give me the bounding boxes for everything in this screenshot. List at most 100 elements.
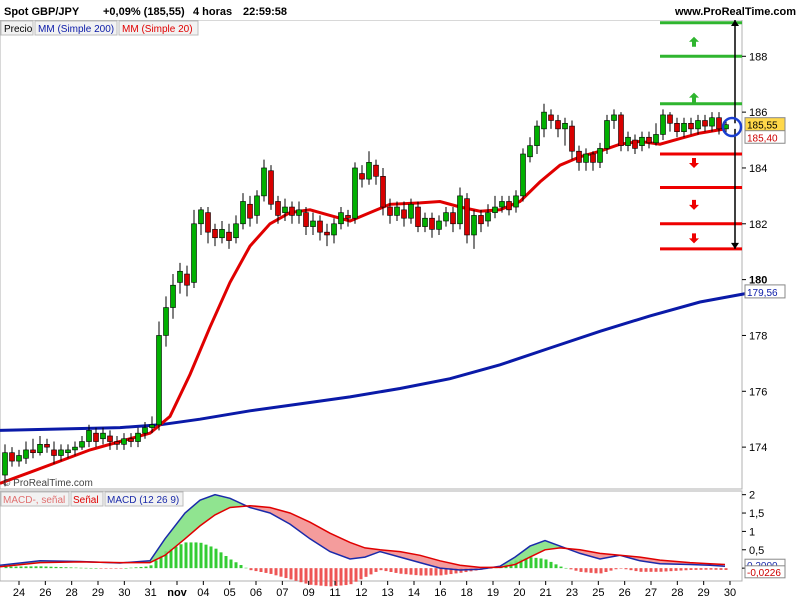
x-tick-label: 13 (382, 587, 394, 599)
candle-body (373, 164, 379, 177)
x-tick-label: 29 (698, 587, 710, 599)
macd-histogram-bar (234, 562, 238, 569)
x-tick-label: 12 (355, 587, 367, 599)
macd-histogram-bar (649, 568, 653, 572)
macd-histogram-bar (424, 568, 428, 576)
macd-signal-fill (318, 526, 321, 546)
candle-body (296, 209, 302, 216)
candle-body (597, 148, 603, 163)
candle-body (135, 432, 141, 442)
candle-body (611, 114, 617, 121)
macd-histogram-bar (139, 566, 143, 569)
macd-histogram-bar (154, 560, 158, 569)
macd-histogram-bar (434, 568, 438, 576)
macd-histogram-bar (274, 568, 278, 576)
candle-body (646, 136, 652, 144)
candle (604, 114, 610, 154)
candle (618, 112, 624, 152)
candle-body (450, 212, 456, 225)
candle-body (583, 153, 589, 163)
candle-body (261, 167, 267, 197)
macd-histogram-bar (174, 546, 178, 569)
x-tick-label: 28 (66, 587, 78, 599)
candle-body (422, 217, 428, 227)
candle-body (415, 206, 421, 227)
macd-histogram-bar (204, 544, 208, 569)
macd-histogram-bar (19, 566, 23, 569)
change-value: +0,09% (185,55) (103, 6, 185, 18)
x-tick-label: nov (167, 587, 187, 599)
macd-histogram-bar (664, 568, 668, 572)
macd-legend: MACD-, señal Señal MACD (12 26 9) (0, 491, 184, 507)
candle-body (163, 307, 169, 336)
macd-histogram-bar (264, 568, 268, 573)
candle-body (709, 117, 715, 127)
candle-body (128, 438, 134, 442)
candle-body (387, 206, 393, 216)
candle-body (58, 449, 64, 456)
candle-body (562, 122, 568, 130)
macd-histogram-bar (94, 568, 98, 569)
x-tick-label: 06 (250, 587, 262, 599)
macd-histogram-bar (269, 568, 273, 574)
macd-signal-fill (201, 498, 204, 526)
macd-histogram-bar (589, 568, 593, 573)
candle-body (268, 170, 274, 205)
macd-histogram-bar (714, 568, 718, 570)
candle-body (695, 120, 701, 130)
x-tick-label: 25 (592, 587, 604, 599)
macd-signal-fill (195, 501, 198, 531)
macd-histogram-bar (309, 568, 313, 585)
candle-body (702, 120, 708, 127)
macd-histogram-bar (429, 568, 433, 576)
candle-body (457, 195, 463, 225)
x-tick-label: 24 (13, 587, 25, 599)
x-tick-label: 28 (671, 587, 683, 599)
macd-histogram-bar (329, 568, 333, 587)
site-url[interactable]: www.ProRealTime.com (674, 6, 796, 18)
candle-body (590, 153, 596, 163)
candle-body (254, 195, 260, 216)
x-tick-label: 21 (540, 587, 552, 599)
candle-body (191, 223, 197, 283)
candle-body (667, 114, 673, 124)
macd-histogram-bar (379, 568, 383, 571)
macd-histogram-bar (59, 567, 63, 569)
macd-histogram-bar (49, 566, 53, 569)
x-tick-label: 29 (92, 587, 104, 599)
candle-body (576, 150, 582, 163)
macd-histogram-bar (364, 568, 368, 577)
macd-histogram-bar (534, 557, 538, 569)
candle-body (660, 114, 666, 135)
macd-histogram-bar (674, 568, 678, 571)
price-chart[interactable]: Spot GBP/JPY +0,09% (185,55) 4 horas 22:… (0, 0, 800, 600)
macd-histogram-bar (199, 542, 203, 569)
macd-histogram-bar (634, 568, 638, 572)
macd-histogram-bar (294, 568, 298, 581)
instrument-title: Spot GBP/JPY (4, 6, 80, 18)
macd-signal-fill (342, 538, 345, 558)
candle-body (212, 229, 218, 239)
candle-body (121, 438, 127, 445)
candle-body (625, 136, 631, 146)
x-tick-label: 27 (645, 587, 657, 599)
macd-histogram-bar (369, 568, 373, 575)
macd-histogram-bar (724, 568, 728, 570)
macd-histogram-bar (654, 568, 658, 572)
macd-histogram-bar (529, 557, 533, 569)
macd-histogram-bar (314, 568, 318, 586)
macd-histogram-bar (99, 568, 103, 569)
candle-body (233, 223, 239, 239)
candle-body (156, 335, 162, 426)
macd-histogram-bar (549, 561, 553, 569)
candle-body (72, 446, 78, 451)
macd-histogram-bar (694, 568, 698, 570)
macd-histogram-bar (639, 568, 643, 572)
candle-body (317, 220, 323, 233)
macd-histogram-bar (14, 566, 18, 569)
macd-signal-fill (207, 496, 210, 521)
macd-signal-fill (348, 541, 351, 559)
legend-price: Precio (4, 24, 33, 35)
macd-histogram-bar (344, 568, 348, 586)
candle-body (177, 270, 183, 283)
